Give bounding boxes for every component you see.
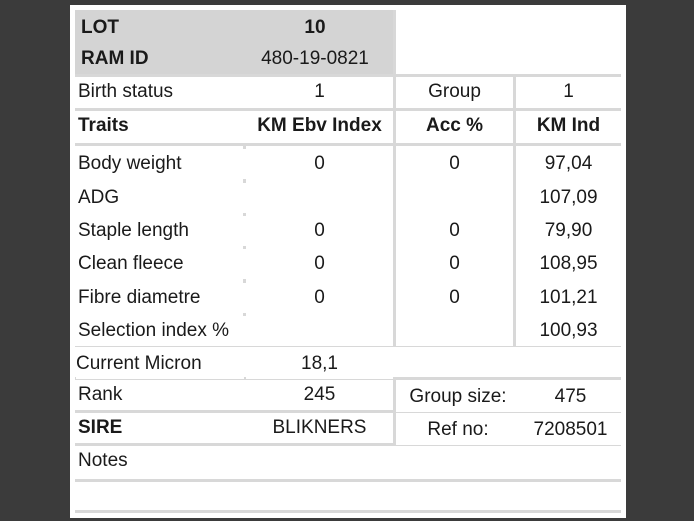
group-value: 1	[516, 77, 621, 108]
trait-name: Staple length	[75, 216, 246, 246]
trait-acc: 0	[396, 216, 513, 246]
notes-label: Notes	[75, 446, 621, 479]
trait-name: Fibre diametre	[75, 283, 246, 313]
birth-status-value: 1	[246, 77, 393, 108]
ref-no-value: 7208501	[520, 415, 621, 445]
group-size-label: Group size:	[396, 382, 520, 412]
trait-ebv: 0	[246, 283, 393, 313]
rank-value: 245	[246, 380, 393, 410]
group-size-value: 475	[520, 382, 621, 412]
trait-ebv: 0	[246, 249, 393, 279]
trait-name: ADG	[75, 183, 246, 213]
trait-ind: 79,90	[516, 216, 621, 246]
lot-label: LOT	[78, 13, 241, 43]
ram-id-label: RAM ID	[78, 44, 241, 74]
sire-label: SIRE	[75, 413, 246, 443]
trait-acc: 0	[396, 249, 513, 279]
ram-info-table: LOT 10 RAM ID 480-19-0821 Birth status 1…	[75, 10, 621, 513]
trait-ebv	[246, 316, 393, 346]
trait-ind: 101,21	[516, 283, 621, 313]
group-label: Group	[396, 77, 513, 108]
traits-header: Traits	[75, 111, 246, 143]
ram-catalog-card: LOT 10 RAM ID 480-19-0821 Birth status 1…	[70, 5, 626, 518]
km-ind-header: KM Ind	[516, 111, 621, 143]
km-ebv-index-header: KM Ebv Index	[246, 111, 393, 143]
birth-status-label: Birth status	[75, 77, 246, 108]
trait-ebv	[246, 183, 393, 213]
trait-acc	[396, 316, 513, 346]
trait-name: Clean fleece	[75, 249, 246, 279]
trait-acc: 0	[396, 149, 513, 179]
trait-ebv: 0	[246, 216, 393, 246]
trait-acc: 0	[396, 283, 513, 313]
trait-name: Body weight	[75, 149, 246, 179]
ref-no-label: Ref no:	[396, 415, 520, 445]
sire-value: BLIKNERS	[246, 413, 393, 443]
trait-ebv: 0	[246, 149, 393, 179]
trait-name: Selection index %	[75, 316, 246, 346]
lot-value: 10	[240, 13, 390, 43]
trait-ind: 100,93	[516, 316, 621, 346]
acc-percent-header: Acc %	[396, 111, 513, 143]
header-blank	[396, 10, 621, 74]
current-micron-value: 18,1	[246, 349, 393, 379]
trait-ind: 97,04	[516, 149, 621, 179]
trait-acc	[396, 183, 513, 213]
current-micron-label: Current Micron	[76, 349, 244, 379]
trait-ind: 108,95	[516, 249, 621, 279]
rank-label: Rank	[75, 380, 246, 410]
trait-ind: 107,09	[516, 183, 621, 213]
ram-id-value: 480-19-0821	[240, 44, 390, 74]
notes-value	[75, 482, 621, 510]
